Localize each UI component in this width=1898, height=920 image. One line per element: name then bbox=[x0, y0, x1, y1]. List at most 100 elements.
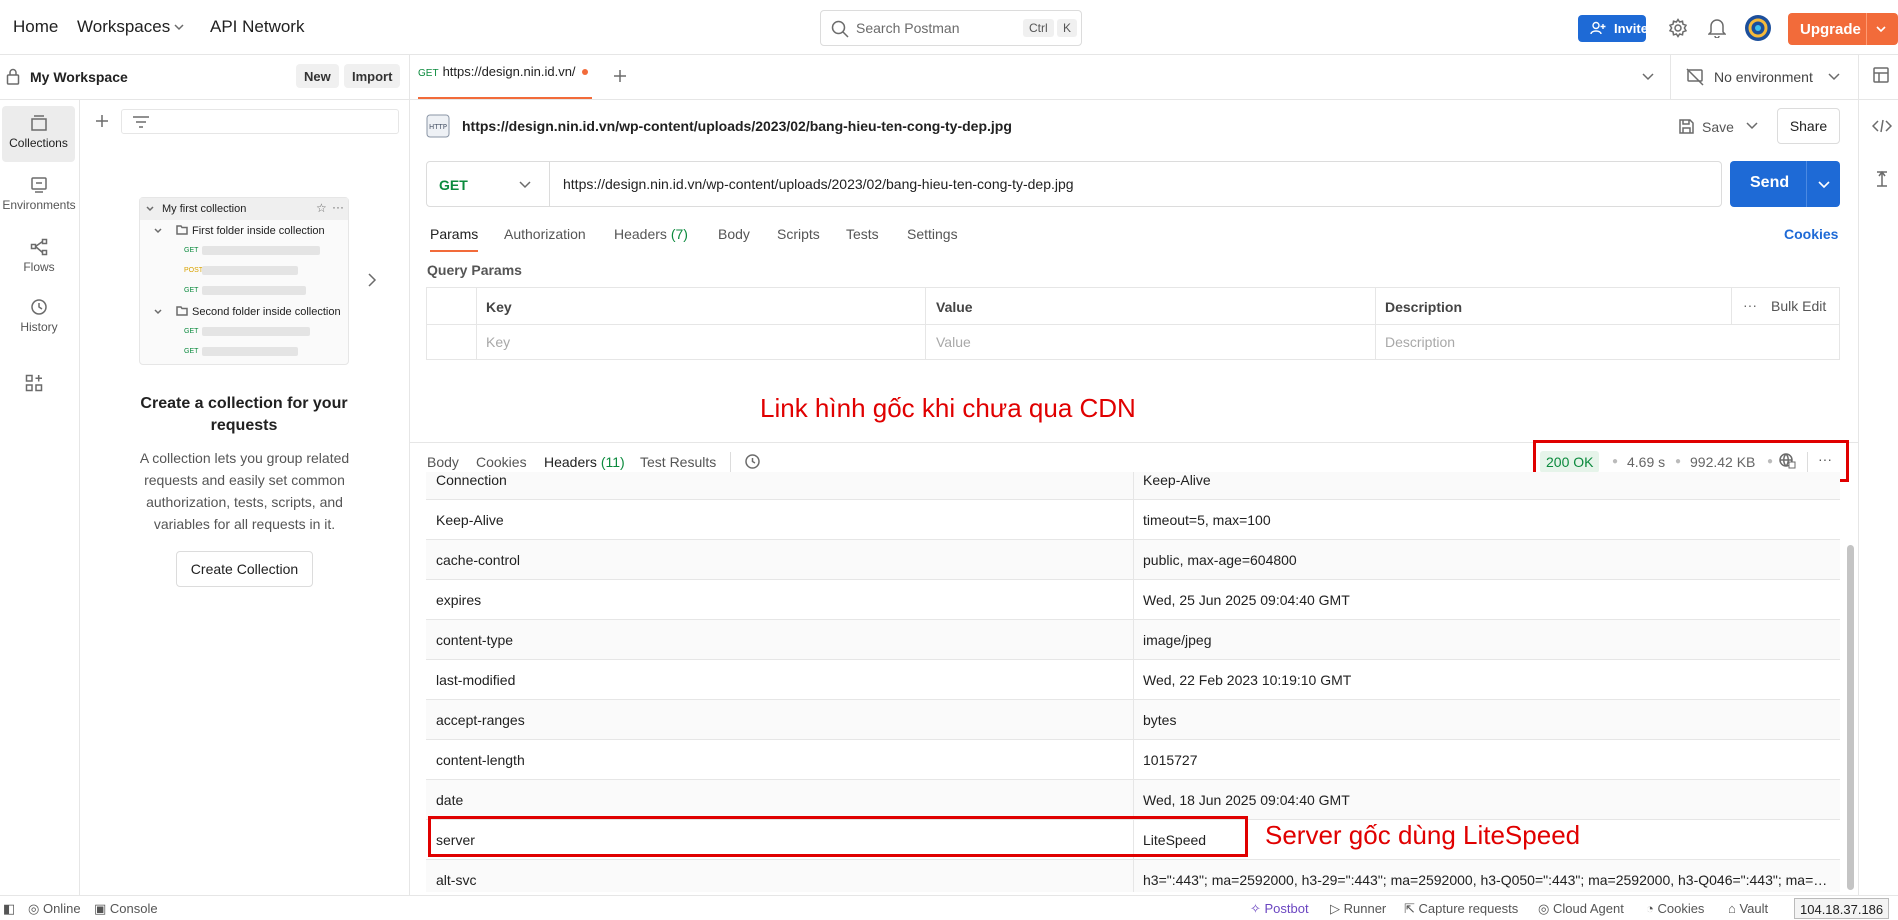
shortcut-ctrl: Ctrl bbox=[1023, 19, 1054, 37]
cookies-button[interactable]: ◔ Cookies bbox=[1646, 901, 1704, 916]
tab-headers[interactable]: Headers (7) bbox=[614, 226, 688, 242]
table-row[interactable]: cache-control public, max-age=604800 bbox=[426, 540, 1840, 580]
nav-home[interactable]: Home bbox=[13, 17, 58, 37]
folder-icon bbox=[176, 225, 188, 235]
gear-icon[interactable] bbox=[1668, 18, 1688, 38]
chevron-down-icon[interactable] bbox=[1828, 73, 1840, 81]
environment-quicklook-icon[interactable] bbox=[1872, 66, 1890, 84]
plus-icon[interactable] bbox=[613, 69, 627, 83]
tab-params[interactable]: Params bbox=[430, 226, 479, 252]
new-button[interactable]: New bbox=[296, 64, 339, 88]
search-placeholder: Search Postman bbox=[856, 20, 960, 36]
history-icon[interactable] bbox=[744, 453, 761, 470]
header-key: content-length bbox=[436, 752, 525, 768]
request-name[interactable]: https://design.nin.id.vn/wp-content/uplo… bbox=[462, 118, 1012, 134]
send-button[interactable]: Send bbox=[1730, 161, 1840, 207]
header-key: date bbox=[436, 792, 464, 808]
table-row[interactable]: alt-svc h3=":443"; ma=2592000, h3-29=":44… bbox=[426, 860, 1840, 892]
chevron-down-icon[interactable] bbox=[1746, 122, 1758, 130]
table-row[interactable]: content-type image/jpeg bbox=[426, 620, 1840, 660]
vault-label: Vault bbox=[1739, 901, 1769, 916]
bulk-edit-button[interactable]: Bulk Edit bbox=[1771, 298, 1826, 314]
header-key: Keep-Alive bbox=[436, 512, 504, 528]
table-row[interactable]: last-modified Wed, 22 Feb 2023 10:19:10 G… bbox=[426, 660, 1840, 700]
value-input[interactable]: Value bbox=[936, 334, 971, 350]
nav-workspaces[interactable]: Workspaces bbox=[77, 17, 170, 37]
related-icon[interactable] bbox=[1874, 170, 1890, 188]
tab-tests[interactable]: Tests bbox=[846, 226, 879, 242]
console-label: Console bbox=[109, 901, 158, 916]
filter-input[interactable] bbox=[121, 109, 399, 134]
annotation-box-server bbox=[428, 816, 1248, 857]
console-button[interactable]: ▣ Console bbox=[94, 901, 158, 917]
apps-icon[interactable] bbox=[25, 374, 43, 392]
chevron-right-icon[interactable] bbox=[367, 272, 377, 288]
code-icon[interactable] bbox=[1872, 118, 1892, 134]
vault-button[interactable]: ⌂ Vault bbox=[1728, 901, 1768, 916]
cloud-agent-button[interactable]: ◎ Cloud Agent bbox=[1538, 901, 1624, 917]
save-icon bbox=[1679, 119, 1694, 134]
avatar[interactable] bbox=[1744, 14, 1772, 42]
table-row[interactable]: content-length 1015727 bbox=[426, 740, 1840, 780]
sidebar-toggle-icon[interactable]: ◧ bbox=[3, 901, 15, 917]
sidebar-item-flows[interactable]: Flows bbox=[0, 230, 78, 286]
http-icon: HTTP bbox=[426, 114, 450, 138]
create-collection-button[interactable]: Create Collection bbox=[176, 551, 313, 587]
col-value: Value bbox=[936, 299, 973, 315]
chevron-down-icon[interactable] bbox=[1876, 26, 1886, 33]
method-tag: GET bbox=[184, 247, 199, 254]
save-button[interactable]: Save bbox=[1702, 119, 1734, 135]
runner-button[interactable]: ▷ Runner bbox=[1330, 901, 1386, 917]
request-tab[interactable]: GET https://design.nin.id.vn/ bbox=[418, 63, 592, 99]
collections-icon bbox=[30, 115, 47, 131]
more-icon[interactable]: ··· bbox=[1743, 297, 1757, 313]
chevron-down-icon[interactable] bbox=[519, 181, 531, 189]
import-button[interactable]: Import bbox=[344, 64, 401, 88]
query-params-title: Query Params bbox=[427, 262, 522, 278]
tab-authorization[interactable]: Authorization bbox=[504, 226, 586, 242]
environments-icon bbox=[31, 177, 47, 193]
search-input[interactable]: Search Postman Ctrl K bbox=[820, 10, 1082, 46]
environment-selector[interactable]: No environment bbox=[1714, 69, 1813, 85]
resp-tab-test-results[interactable]: Test Results bbox=[640, 454, 716, 470]
invite-button[interactable]: Invite bbox=[1578, 15, 1648, 42]
plus-icon[interactable] bbox=[95, 114, 109, 128]
bell-icon[interactable] bbox=[1708, 18, 1726, 38]
tab-scripts[interactable]: Scripts bbox=[777, 226, 820, 242]
chevron-down-icon[interactable] bbox=[1642, 73, 1654, 81]
table-row[interactable]: date Wed, 18 Jun 2025 09:04:40 GMT bbox=[426, 780, 1840, 820]
resp-tab-body[interactable]: Body bbox=[427, 454, 459, 470]
sidebar-item-collections[interactable]: Collections bbox=[2, 106, 75, 162]
tab-settings[interactable]: Settings bbox=[907, 226, 958, 242]
invite-label: Invite bbox=[1614, 21, 1648, 36]
method-tag: POST bbox=[184, 267, 204, 274]
illustration-folder: Second folder inside collection bbox=[192, 306, 341, 318]
table-row[interactable]: Keep-Alive timeout=5, max=100 bbox=[426, 500, 1840, 540]
table-row[interactable]: accept-ranges bytes bbox=[426, 700, 1840, 740]
share-button[interactable]: Share bbox=[1777, 108, 1840, 144]
header-value: h3=":443"; ma=2592000, h3-29=":443"; ma=… bbox=[1143, 872, 1833, 888]
upgrade-button[interactable]: Upgrade bbox=[1788, 13, 1898, 45]
method-tag: GET bbox=[184, 348, 199, 355]
key-input[interactable]: Key bbox=[486, 334, 510, 350]
annotation-server-note: Server gốc dùng LiteSpeed bbox=[1265, 820, 1581, 850]
sidebar-item-environments[interactable]: Environments bbox=[0, 168, 78, 224]
chevron-down-icon[interactable] bbox=[1818, 181, 1830, 189]
sidebar-item-history[interactable]: History bbox=[0, 290, 78, 346]
postbot-button[interactable]: ✧ Postbot bbox=[1250, 901, 1309, 917]
method-select[interactable]: GET bbox=[439, 177, 468, 193]
url-input[interactable]: https://design.nin.id.vn/wp-content/uplo… bbox=[563, 176, 1074, 192]
nav-api-network[interactable]: API Network bbox=[210, 17, 304, 37]
capture-requests-button[interactable]: ⇱ Capture requests bbox=[1404, 901, 1518, 917]
chevron-down-icon[interactable] bbox=[174, 24, 184, 32]
scrollbar[interactable] bbox=[1847, 545, 1854, 890]
table-row[interactable]: expires Wed, 25 Jun 2025 09:04:40 GMT bbox=[426, 580, 1840, 620]
description-input[interactable]: Description bbox=[1385, 334, 1455, 350]
table-row[interactable]: Connection Keep-Alive bbox=[426, 472, 1840, 500]
workspace-name[interactable]: My Workspace bbox=[30, 69, 128, 85]
resp-tab-cookies[interactable]: Cookies bbox=[476, 454, 527, 470]
tab-body[interactable]: Body bbox=[718, 226, 750, 242]
online-label: Online bbox=[42, 901, 81, 916]
online-status[interactable]: ◎ Online bbox=[28, 901, 81, 917]
cookies-link[interactable]: Cookies bbox=[1784, 226, 1838, 242]
